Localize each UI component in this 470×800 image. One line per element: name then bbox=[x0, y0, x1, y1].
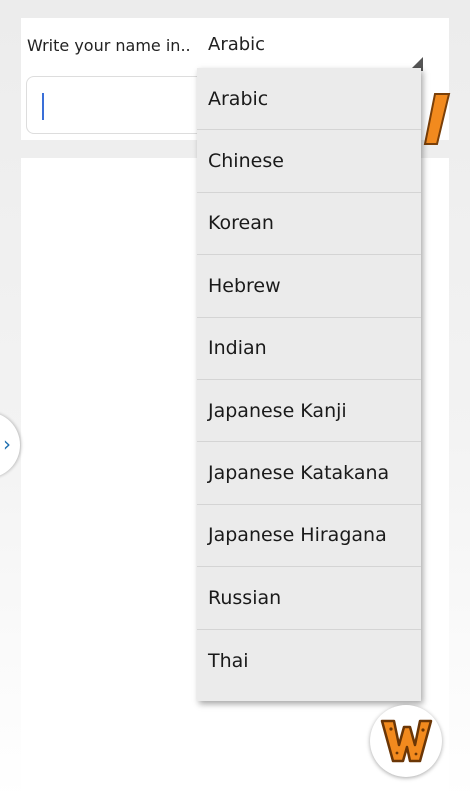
chevron-right-icon: › bbox=[3, 432, 11, 456]
write-button[interactable] bbox=[415, 88, 455, 150]
dropdown-option-chinese[interactable]: Chinese bbox=[197, 130, 421, 193]
w-logo-icon bbox=[380, 719, 433, 763]
language-dropdown: Arabic Chinese Korean Hebrew Indian Japa… bbox=[197, 68, 421, 701]
language-select[interactable]: Arabic bbox=[206, 28, 426, 71]
w-fab-button[interactable] bbox=[370, 705, 442, 777]
w-logo-icon bbox=[423, 93, 451, 145]
dropdown-option-korean[interactable]: Korean bbox=[197, 193, 421, 256]
side-drawer-tab[interactable]: › bbox=[0, 412, 20, 478]
dropdown-option-thai[interactable]: Thai bbox=[197, 630, 421, 692]
dropdown-option-japanese-kanji[interactable]: Japanese Kanji bbox=[197, 380, 421, 443]
text-cursor bbox=[42, 93, 44, 120]
dropdown-option-hebrew[interactable]: Hebrew bbox=[197, 255, 421, 318]
dropdown-option-indian[interactable]: Indian bbox=[197, 318, 421, 380]
language-select-value: Arabic bbox=[208, 34, 266, 55]
dropdown-option-arabic[interactable]: Arabic bbox=[197, 68, 421, 131]
prompt-label: Write your name in.. bbox=[27, 36, 191, 55]
dropdown-option-japanese-katakana[interactable]: Japanese Katakana bbox=[197, 442, 421, 505]
dropdown-option-russian[interactable]: Russian bbox=[197, 567, 421, 630]
dropdown-option-japanese-hiragana[interactable]: Japanese Hiragana bbox=[197, 505, 421, 568]
